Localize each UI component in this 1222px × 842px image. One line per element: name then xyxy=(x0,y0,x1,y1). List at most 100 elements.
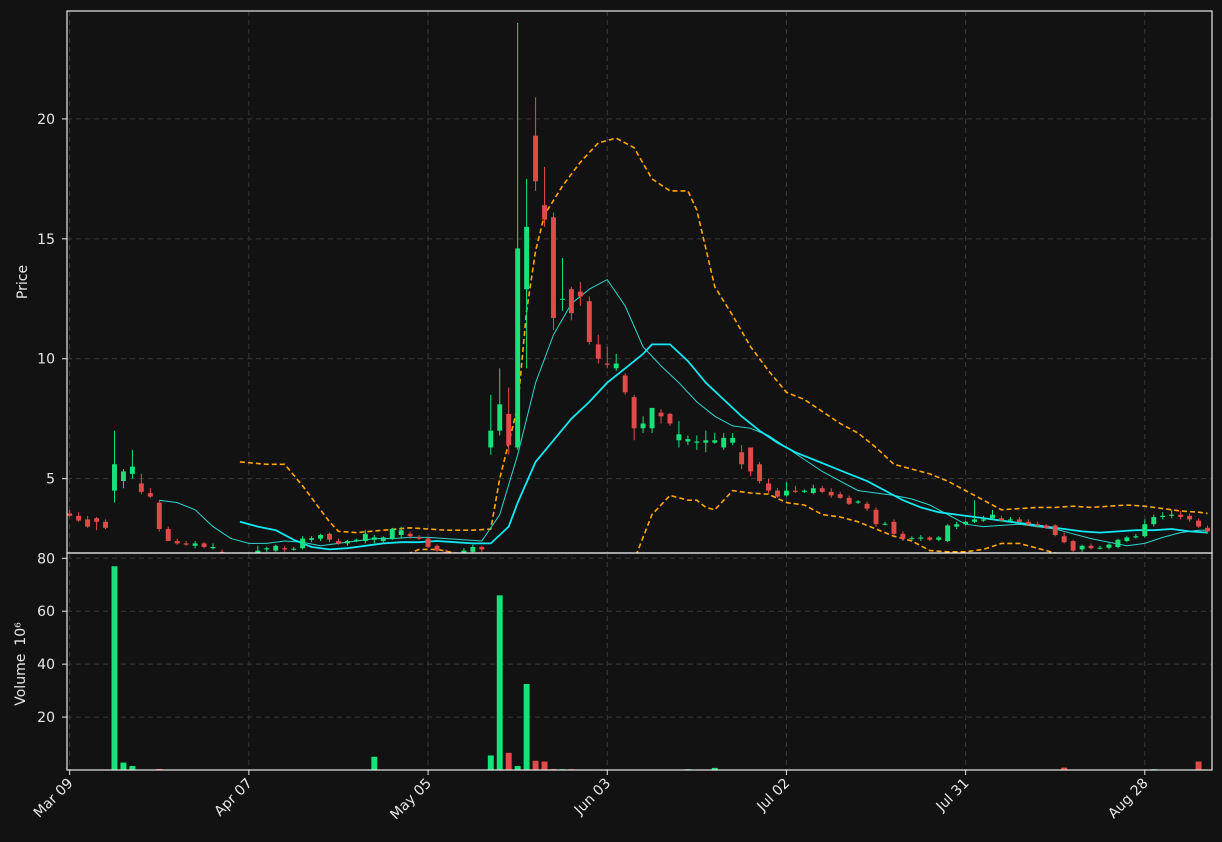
volume-bar xyxy=(371,756,378,770)
candle-body xyxy=(676,434,682,441)
candle-body xyxy=(855,501,861,503)
candle-body xyxy=(631,397,637,429)
candle-body xyxy=(721,437,727,448)
candle xyxy=(586,296,592,345)
volume-tick-label: 40 xyxy=(37,657,55,673)
candle-body xyxy=(685,439,691,442)
candle-body xyxy=(909,538,915,540)
candle-body xyxy=(192,543,198,546)
candle xyxy=(389,527,395,540)
candle-body xyxy=(595,344,601,359)
candle xyxy=(891,519,897,537)
candle xyxy=(551,212,556,330)
candle xyxy=(622,373,628,395)
candle-body xyxy=(1088,545,1094,549)
candle-body xyxy=(1205,527,1210,532)
candle-body xyxy=(371,537,377,540)
candle-body xyxy=(1151,517,1157,525)
candle-body xyxy=(998,518,1004,521)
volume-bar xyxy=(523,683,530,770)
candle-body xyxy=(327,533,332,540)
volume-tick-label: 20 xyxy=(37,710,55,726)
candle-body xyxy=(273,545,279,551)
candle-body xyxy=(882,523,888,525)
volume-bar xyxy=(541,761,548,770)
volume-bar xyxy=(487,755,494,770)
candle-body xyxy=(210,547,216,549)
candle-body xyxy=(667,413,673,424)
candle xyxy=(1070,539,1076,552)
volume-axis-label: Volume 10⁶ xyxy=(13,622,29,706)
candle xyxy=(1052,524,1058,537)
candle-body xyxy=(586,301,592,342)
candle-body xyxy=(649,407,655,429)
candle-body xyxy=(488,430,494,448)
candle-body xyxy=(1187,515,1193,520)
candle-body xyxy=(1034,524,1040,526)
volume-tick-label: 80 xyxy=(37,551,55,567)
candle-body xyxy=(792,490,798,492)
candle-body xyxy=(577,291,583,297)
volume-bar xyxy=(532,760,539,770)
candle-body xyxy=(783,490,789,496)
candle-body xyxy=(309,538,315,540)
volume-bar xyxy=(505,752,512,770)
candle-body xyxy=(739,452,745,465)
candle-body xyxy=(407,533,413,537)
candle-body xyxy=(900,533,906,539)
candle-body xyxy=(398,530,404,536)
candle-body xyxy=(362,533,368,542)
candle-body xyxy=(568,289,574,314)
candle xyxy=(945,524,951,543)
candle-body xyxy=(730,437,736,443)
candle-body xyxy=(300,538,306,549)
candle-body xyxy=(694,441,700,443)
candle-body xyxy=(138,483,144,492)
candle-body xyxy=(470,547,476,552)
price-tick-label: 10 xyxy=(37,352,55,368)
candle-body xyxy=(156,502,162,530)
candle-body xyxy=(542,205,547,220)
volume-bar xyxy=(496,595,503,770)
candle-body xyxy=(640,423,646,429)
candle-body xyxy=(291,548,297,550)
candle-body xyxy=(613,363,619,369)
candle-body xyxy=(963,521,969,525)
candle-body xyxy=(201,543,207,548)
candle-body xyxy=(85,519,91,527)
candle-body xyxy=(129,466,135,474)
candle-body xyxy=(658,412,664,417)
candle-body xyxy=(103,521,108,528)
candle-body xyxy=(1043,525,1049,528)
candle-body xyxy=(1169,514,1175,516)
candle xyxy=(425,537,431,549)
candle-body xyxy=(497,404,503,431)
candle-body xyxy=(174,541,180,544)
candle-body xyxy=(864,503,870,509)
volume-axis-name: Volume xyxy=(13,654,29,706)
candle-body xyxy=(766,483,771,491)
candle-body xyxy=(515,248,521,448)
candle-body xyxy=(425,538,431,548)
candle-body xyxy=(918,537,924,539)
candle-body xyxy=(318,535,324,539)
candle-body xyxy=(1133,536,1139,538)
candle-body xyxy=(604,363,610,365)
candle-body xyxy=(748,447,754,472)
candle-body xyxy=(981,519,987,521)
candle-body xyxy=(810,488,816,494)
candle-body xyxy=(389,529,395,539)
candle-body xyxy=(434,545,440,551)
candle-body xyxy=(837,494,843,498)
candle-body xyxy=(559,298,565,300)
candle-body xyxy=(165,529,171,542)
candle-body xyxy=(1070,541,1076,551)
candle-body xyxy=(622,375,628,393)
candle-body xyxy=(972,519,978,522)
volume-bar xyxy=(120,762,127,770)
candle-body xyxy=(801,490,807,492)
candle-body xyxy=(936,537,942,540)
candle-body xyxy=(353,539,359,542)
volume-bar xyxy=(1195,761,1202,770)
candle-body xyxy=(846,497,852,504)
